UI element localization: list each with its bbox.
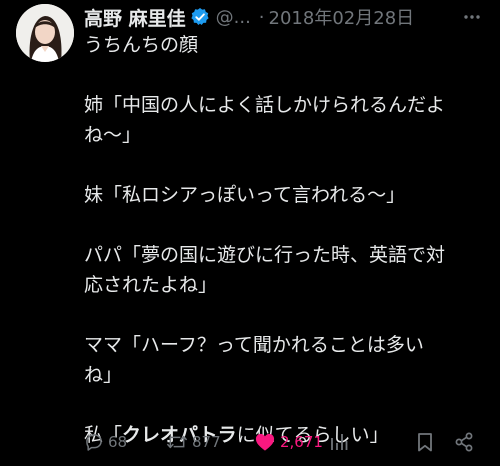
like-button[interactable]: 2,671 <box>254 426 323 458</box>
retweet-button[interactable]: 877 <box>166 426 221 458</box>
tweet-header: 高野 麻里佳 @... · 2018年02月28日 <box>84 4 484 30</box>
action-bar: 68 877 2,671 <box>84 426 484 458</box>
bookmark-icon <box>416 432 434 452</box>
like-count: 2,671 <box>280 433 323 451</box>
views-button[interactable] <box>330 426 348 458</box>
tweet-line: ママ「ハーフ？って聞かれることは多い <box>84 334 424 356</box>
retweet-icon <box>166 432 188 452</box>
separator-dot: · <box>258 6 265 28</box>
verified-badge-icon <box>190 7 210 27</box>
tweet-date[interactable]: 2018年02月28日 <box>269 4 415 30</box>
user-handle[interactable]: @... <box>216 7 251 28</box>
tweet-line: 妹「私ロシアっぽいって言われる〜」 <box>84 184 406 206</box>
reply-button[interactable]: 68 <box>84 426 127 458</box>
tweet-line: 姉「中国の人によく話しかけられるんだよ <box>84 94 446 116</box>
tweet-line: パパ「夢の国に遊びに行った時、英語で対 <box>84 244 446 266</box>
share-icon <box>454 432 474 452</box>
tweet: 高野 麻里佳 @... · 2018年02月28日 うちんちの顔 姉「中国の人に… <box>0 0 500 466</box>
display-name[interactable]: 高野 麻里佳 <box>84 4 186 31</box>
reply-icon <box>84 432 104 452</box>
tweet-line: 応されたよね」 <box>84 274 218 296</box>
tweet-title-line: うちんちの顔 <box>84 34 199 56</box>
tweet-line: ね」 <box>84 364 123 386</box>
bookmark-button[interactable] <box>416 426 434 458</box>
views-icon <box>330 432 348 452</box>
tweet-line: ね〜」 <box>84 124 142 146</box>
avatar[interactable] <box>16 4 74 62</box>
more-dots-icon[interactable] <box>460 4 484 30</box>
retweet-count: 877 <box>192 433 221 451</box>
share-button[interactable] <box>454 426 474 458</box>
reply-count: 68 <box>108 433 128 451</box>
tweet-text: うちんちの顔 姉「中国の人によく話しかけられるんだよ ね〜」 妹「私ロシアっぽい… <box>84 30 492 450</box>
heart-icon <box>254 432 276 452</box>
